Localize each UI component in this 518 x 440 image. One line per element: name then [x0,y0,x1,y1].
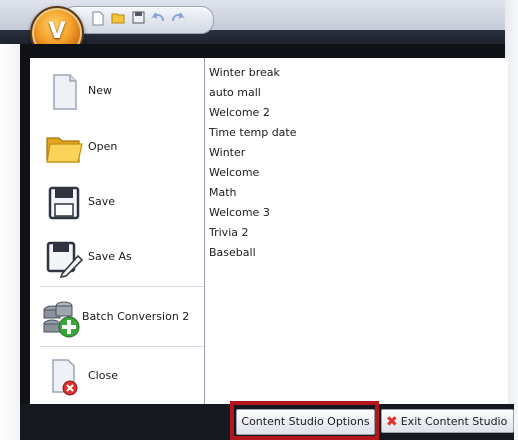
close-document-icon [44,357,84,397]
recent-document-item[interactable]: Welcome 2 [209,103,270,123]
recent-document-item[interactable]: Welcome [209,163,259,183]
menu-label-new: New [88,84,112,97]
menu-label-open: Open [88,140,118,153]
open-folder-icon [44,128,84,168]
recent-document-item[interactable]: Math [209,183,237,203]
redo-icon[interactable] [171,11,185,27]
exit-content-studio-button[interactable]: ✖ Exit Content Studio [381,409,514,433]
recent-document-item[interactable]: Welcome 3 [209,203,270,223]
recent-document-item[interactable]: Baseball [209,243,256,263]
menu-separator [40,346,230,347]
app-logo-icon: V [48,19,66,44]
recent-document-item[interactable]: Winter break [209,63,280,83]
recent-document-item[interactable]: Trivia 2 [209,223,248,243]
content-studio-options-button[interactable]: Content Studio Options [236,409,375,435]
menu-label-close: Close [88,369,118,382]
new-file-icon [44,72,84,112]
save-icon[interactable] [131,11,145,27]
menu-item-new[interactable]: New [30,64,205,118]
menu-label-save: Save [88,195,116,208]
menu-separator [40,286,230,287]
recent-document-item[interactable]: Winter [209,143,245,163]
new-file-icon[interactable] [91,11,105,27]
menu-item-batch-conversion[interactable]: Batch Conversion 2 [30,290,205,344]
menu-label-save-as: Save As [88,250,132,263]
options-button-label: Content Studio Options [241,415,370,428]
quick-access-toolbar [62,6,214,34]
application-menu-commands: New Open Save Save As Batch Conversion 2… [30,58,230,404]
recent-document-item[interactable]: Time temp date [209,123,297,143]
save-icon [44,183,84,223]
menu-item-close[interactable]: Close [30,349,205,403]
menu-item-save[interactable]: Save [30,175,205,229]
batch-conversion-icon [40,298,80,338]
left-window-edge [0,44,20,440]
undo-icon[interactable] [151,11,165,27]
exit-button-label: Exit Content Studio [400,415,508,428]
exit-x-icon: ✖ [386,414,398,430]
open-folder-icon[interactable] [111,11,125,27]
menu-item-save-as[interactable]: Save As [30,230,205,284]
save-as-icon [44,238,84,278]
recent-document-item[interactable]: auto mall [209,83,261,103]
menu-item-open[interactable]: Open [30,120,205,174]
application-window: V New Open Save Save As Batch Conversion… [0,0,518,440]
recent-documents-list: Winter break auto mall Welcome 2 Time te… [205,58,508,404]
menu-label-batch-conversion: Batch Conversion 2 [82,310,190,323]
